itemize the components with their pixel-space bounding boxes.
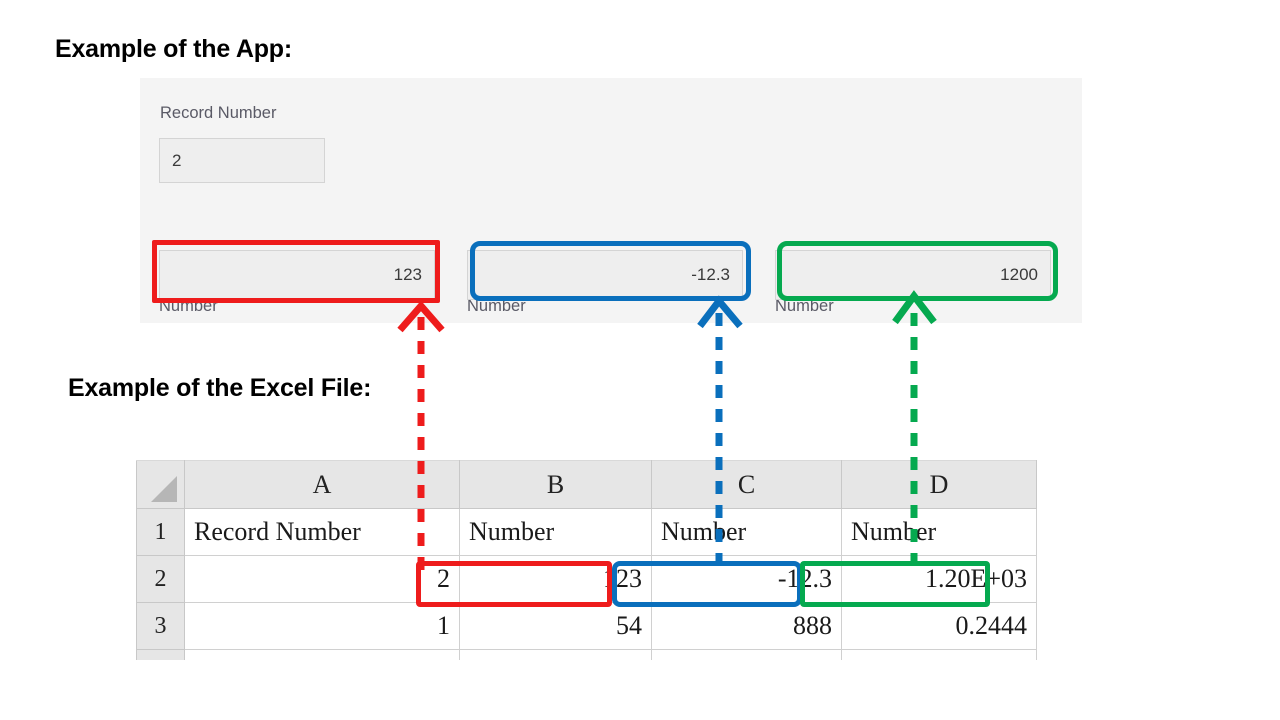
app-section-heading: Example of the App: xyxy=(55,33,292,66)
row-header-1[interactable]: 1 xyxy=(137,509,185,556)
row-header-partial[interactable] xyxy=(137,650,185,660)
select-all-corner-cell[interactable] xyxy=(137,461,185,509)
record-number-value: 2 xyxy=(160,151,324,171)
record-number-input[interactable]: 2 xyxy=(159,138,325,183)
cell-c4[interactable] xyxy=(652,650,842,660)
table-row: 1 Record Number Number Number Number xyxy=(137,509,1037,556)
cell-c1[interactable]: Number xyxy=(652,509,842,556)
cell-a4[interactable] xyxy=(185,650,460,660)
row-header-2[interactable]: 2 xyxy=(137,556,185,603)
cell-c3[interactable]: 888 xyxy=(652,603,842,650)
record-number-label: Record Number xyxy=(160,104,276,123)
cell-b4[interactable] xyxy=(460,650,652,660)
highlight-box-green-cell-d2 xyxy=(800,561,990,607)
cell-d3[interactable]: 0.2444 xyxy=(842,603,1037,650)
excel-spreadsheet: A B C D 1 Record Number Number Number Nu… xyxy=(136,460,1037,660)
highlight-box-blue-cell-c2 xyxy=(612,561,802,607)
highlight-box-blue-app-field xyxy=(470,241,751,301)
slide-canvas: Example of the App: Example of the Excel… xyxy=(0,0,1280,720)
cell-b1[interactable]: Number xyxy=(460,509,652,556)
table-row-partial xyxy=(137,650,1037,660)
table-row: 3 1 54 888 0.2444 xyxy=(137,603,1037,650)
highlight-box-red-app-field xyxy=(152,240,440,303)
cell-a1[interactable]: Record Number xyxy=(185,509,460,556)
highlight-box-green-app-field xyxy=(777,241,1058,301)
cell-d1[interactable]: Number xyxy=(842,509,1037,556)
highlight-box-red-cell-b2 xyxy=(416,561,612,607)
excel-section-heading: Example of the Excel File: xyxy=(68,372,388,405)
column-header-c[interactable]: C xyxy=(652,461,842,509)
cell-d4[interactable] xyxy=(842,650,1037,660)
column-header-row: A B C D xyxy=(137,461,1037,509)
cell-a3[interactable]: 1 xyxy=(185,603,460,650)
column-header-d[interactable]: D xyxy=(842,461,1037,509)
column-header-b[interactable]: B xyxy=(460,461,652,509)
select-all-triangle-icon xyxy=(151,476,177,502)
column-header-a[interactable]: A xyxy=(185,461,460,509)
row-header-3[interactable]: 3 xyxy=(137,603,185,650)
cell-b3[interactable]: 54 xyxy=(460,603,652,650)
